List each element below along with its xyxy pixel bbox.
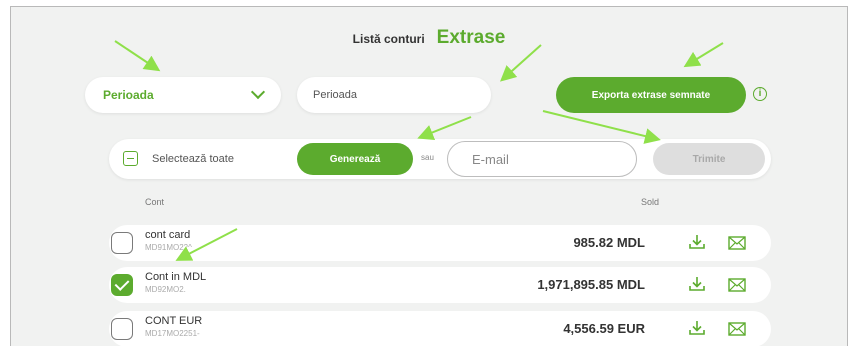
download-icon[interactable] — [688, 319, 706, 337]
statements-panel: Listă conturi Extrase Perioada Perioada … — [10, 6, 848, 346]
account-iban: MD91MO22^ — [145, 243, 192, 252]
or-label: sau — [421, 153, 434, 162]
envelope-icon[interactable] — [728, 236, 746, 250]
generate-button[interactable]: Generează — [297, 143, 413, 175]
account-name: CONT EUR — [145, 315, 203, 327]
select-all-label: Selectează toate — [152, 152, 234, 165]
column-header-account: Cont — [145, 197, 165, 207]
period-select[interactable]: Perioada — [85, 77, 281, 113]
annotation-arrow — [417, 116, 472, 140]
send-button[interactable]: Trimite — [653, 143, 765, 175]
account-checkbox[interactable] — [111, 232, 133, 254]
tab-statements[interactable]: Extrase — [437, 27, 506, 49]
account-iban: MD92MO2. — [145, 285, 186, 294]
download-icon[interactable] — [688, 233, 706, 251]
account-checkbox[interactable] — [111, 318, 133, 340]
email-placeholder: E-mail — [472, 151, 509, 167]
tab-list-accounts[interactable]: Listă conturi — [353, 32, 425, 46]
account-balance: 985.82 MDL — [573, 235, 645, 250]
annotation-arrow — [500, 44, 542, 82]
column-header-balance: Sold — [641, 197, 660, 207]
chevron-down-icon — [250, 84, 266, 100]
email-field[interactable]: E-mail — [447, 141, 637, 177]
minus-checkbox-icon[interactable] — [123, 151, 138, 166]
account-balance: 1,971,895.85 MDL — [537, 277, 645, 292]
account-name: Cont in MDL — [145, 271, 207, 283]
period-input-value: Perioada — [313, 89, 358, 101]
envelope-icon[interactable] — [728, 278, 746, 292]
select-all-toggle[interactable]: Selectează toate — [123, 151, 234, 166]
envelope-icon[interactable] — [728, 322, 746, 336]
account-balance: 4,556.59 EUR — [563, 321, 645, 336]
period-select-label: Perioada — [103, 88, 154, 102]
period-input[interactable]: Perioada — [297, 77, 491, 113]
export-signed-statements-button[interactable]: Exporta extrase semnate — [556, 77, 746, 113]
annotation-arrow — [542, 110, 661, 144]
account-checkbox[interactable] — [111, 274, 133, 296]
account-iban: MD17MO2251- — [145, 329, 200, 338]
info-icon[interactable]: i — [753, 87, 767, 101]
account-name: cont card — [145, 229, 191, 241]
download-icon[interactable] — [688, 275, 706, 293]
tab-bar: Listă conturi Extrase — [11, 27, 847, 49]
